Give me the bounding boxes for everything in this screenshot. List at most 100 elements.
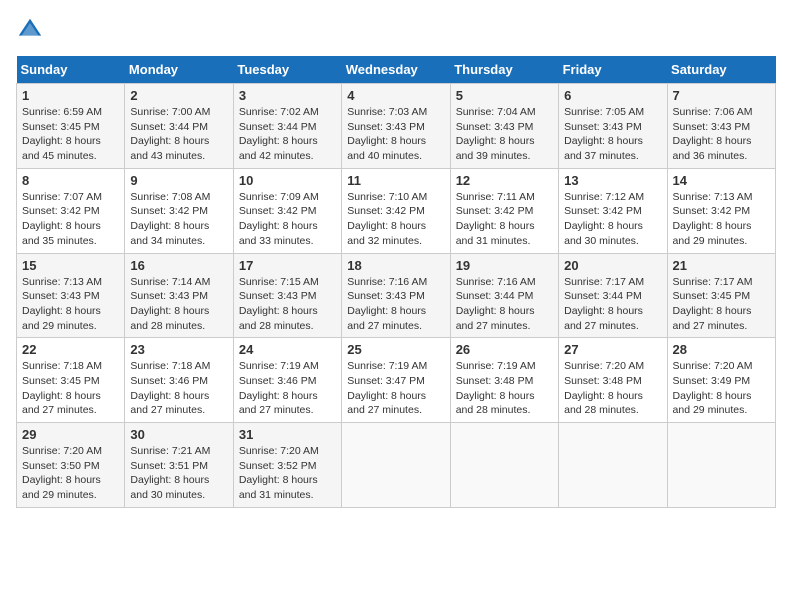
day-info: Sunrise: 7:10 AMSunset: 3:42 PMDaylight:… xyxy=(347,191,427,247)
day-info: Sunrise: 7:14 AMSunset: 3:43 PMDaylight:… xyxy=(130,276,210,332)
calendar-day-cell: 29 Sunrise: 7:20 AMSunset: 3:50 PMDaylig… xyxy=(17,423,125,508)
day-number: 12 xyxy=(456,173,553,188)
calendar-day-cell: 19 Sunrise: 7:16 AMSunset: 3:44 PMDaylig… xyxy=(450,253,558,338)
day-number: 26 xyxy=(456,342,553,357)
calendar-day-cell: 27 Sunrise: 7:20 AMSunset: 3:48 PMDaylig… xyxy=(559,338,667,423)
day-number: 20 xyxy=(564,258,661,273)
day-number: 18 xyxy=(347,258,444,273)
day-number: 22 xyxy=(22,342,119,357)
day-info: Sunrise: 7:03 AMSunset: 3:43 PMDaylight:… xyxy=(347,106,427,162)
calendar-week-row: 1 Sunrise: 6:59 AMSunset: 3:45 PMDayligh… xyxy=(17,84,776,169)
weekday-header: Monday xyxy=(125,56,233,84)
calendar-day-cell: 13 Sunrise: 7:12 AMSunset: 3:42 PMDaylig… xyxy=(559,168,667,253)
calendar-week-row: 22 Sunrise: 7:18 AMSunset: 3:45 PMDaylig… xyxy=(17,338,776,423)
day-number: 10 xyxy=(239,173,336,188)
day-info: Sunrise: 7:06 AMSunset: 3:43 PMDaylight:… xyxy=(673,106,753,162)
calendar-day-cell: 2 Sunrise: 7:00 AMSunset: 3:44 PMDayligh… xyxy=(125,84,233,169)
day-number: 4 xyxy=(347,88,444,103)
calendar-day-cell xyxy=(342,423,450,508)
calendar-day-cell xyxy=(559,423,667,508)
day-info: Sunrise: 7:00 AMSunset: 3:44 PMDaylight:… xyxy=(130,106,210,162)
day-number: 28 xyxy=(673,342,770,357)
calendar-day-cell: 12 Sunrise: 7:11 AMSunset: 3:42 PMDaylig… xyxy=(450,168,558,253)
weekday-header: Saturday xyxy=(667,56,775,84)
calendar-table: SundayMondayTuesdayWednesdayThursdayFrid… xyxy=(16,56,776,508)
calendar-week-row: 15 Sunrise: 7:13 AMSunset: 3:43 PMDaylig… xyxy=(17,253,776,338)
day-info: Sunrise: 7:05 AMSunset: 3:43 PMDaylight:… xyxy=(564,106,644,162)
day-info: Sunrise: 7:18 AMSunset: 3:45 PMDaylight:… xyxy=(22,360,102,416)
page-header xyxy=(16,16,776,44)
calendar-day-cell: 24 Sunrise: 7:19 AMSunset: 3:46 PMDaylig… xyxy=(233,338,341,423)
day-number: 8 xyxy=(22,173,119,188)
day-number: 11 xyxy=(347,173,444,188)
weekday-header: Friday xyxy=(559,56,667,84)
calendar-day-cell: 11 Sunrise: 7:10 AMSunset: 3:42 PMDaylig… xyxy=(342,168,450,253)
day-number: 17 xyxy=(239,258,336,273)
weekday-header: Sunday xyxy=(17,56,125,84)
calendar-day-cell: 9 Sunrise: 7:08 AMSunset: 3:42 PMDayligh… xyxy=(125,168,233,253)
day-info: Sunrise: 7:18 AMSunset: 3:46 PMDaylight:… xyxy=(130,360,210,416)
day-number: 2 xyxy=(130,88,227,103)
day-info: Sunrise: 7:19 AMSunset: 3:47 PMDaylight:… xyxy=(347,360,427,416)
day-info: Sunrise: 7:20 AMSunset: 3:52 PMDaylight:… xyxy=(239,445,319,501)
calendar-day-cell: 1 Sunrise: 6:59 AMSunset: 3:45 PMDayligh… xyxy=(17,84,125,169)
calendar-day-cell: 22 Sunrise: 7:18 AMSunset: 3:45 PMDaylig… xyxy=(17,338,125,423)
day-number: 3 xyxy=(239,88,336,103)
calendar-day-cell: 21 Sunrise: 7:17 AMSunset: 3:45 PMDaylig… xyxy=(667,253,775,338)
calendar-day-cell: 20 Sunrise: 7:17 AMSunset: 3:44 PMDaylig… xyxy=(559,253,667,338)
calendar-day-cell: 4 Sunrise: 7:03 AMSunset: 3:43 PMDayligh… xyxy=(342,84,450,169)
day-number: 14 xyxy=(673,173,770,188)
calendar-day-cell: 14 Sunrise: 7:13 AMSunset: 3:42 PMDaylig… xyxy=(667,168,775,253)
logo-icon xyxy=(16,16,44,44)
day-info: Sunrise: 7:09 AMSunset: 3:42 PMDaylight:… xyxy=(239,191,319,247)
weekday-header-row: SundayMondayTuesdayWednesdayThursdayFrid… xyxy=(17,56,776,84)
weekday-header: Tuesday xyxy=(233,56,341,84)
calendar-day-cell: 28 Sunrise: 7:20 AMSunset: 3:49 PMDaylig… xyxy=(667,338,775,423)
day-number: 25 xyxy=(347,342,444,357)
calendar-day-cell: 23 Sunrise: 7:18 AMSunset: 3:46 PMDaylig… xyxy=(125,338,233,423)
calendar-day-cell: 17 Sunrise: 7:15 AMSunset: 3:43 PMDaylig… xyxy=(233,253,341,338)
day-info: Sunrise: 7:20 AMSunset: 3:48 PMDaylight:… xyxy=(564,360,644,416)
calendar-day-cell: 10 Sunrise: 7:09 AMSunset: 3:42 PMDaylig… xyxy=(233,168,341,253)
day-number: 30 xyxy=(130,427,227,442)
calendar-day-cell: 30 Sunrise: 7:21 AMSunset: 3:51 PMDaylig… xyxy=(125,423,233,508)
day-info: Sunrise: 7:19 AMSunset: 3:48 PMDaylight:… xyxy=(456,360,536,416)
day-number: 7 xyxy=(673,88,770,103)
day-info: Sunrise: 7:12 AMSunset: 3:42 PMDaylight:… xyxy=(564,191,644,247)
day-info: Sunrise: 7:04 AMSunset: 3:43 PMDaylight:… xyxy=(456,106,536,162)
day-number: 21 xyxy=(673,258,770,273)
day-info: Sunrise: 7:17 AMSunset: 3:44 PMDaylight:… xyxy=(564,276,644,332)
day-number: 15 xyxy=(22,258,119,273)
day-number: 29 xyxy=(22,427,119,442)
day-info: Sunrise: 7:13 AMSunset: 3:42 PMDaylight:… xyxy=(673,191,753,247)
weekday-header: Wednesday xyxy=(342,56,450,84)
calendar-day-cell: 8 Sunrise: 7:07 AMSunset: 3:42 PMDayligh… xyxy=(17,168,125,253)
day-info: Sunrise: 7:13 AMSunset: 3:43 PMDaylight:… xyxy=(22,276,102,332)
calendar-day-cell: 7 Sunrise: 7:06 AMSunset: 3:43 PMDayligh… xyxy=(667,84,775,169)
day-number: 6 xyxy=(564,88,661,103)
day-number: 16 xyxy=(130,258,227,273)
day-info: Sunrise: 7:20 AMSunset: 3:50 PMDaylight:… xyxy=(22,445,102,501)
day-info: Sunrise: 7:21 AMSunset: 3:51 PMDaylight:… xyxy=(130,445,210,501)
day-info: Sunrise: 7:17 AMSunset: 3:45 PMDaylight:… xyxy=(673,276,753,332)
calendar-day-cell: 31 Sunrise: 7:20 AMSunset: 3:52 PMDaylig… xyxy=(233,423,341,508)
day-info: Sunrise: 6:59 AMSunset: 3:45 PMDaylight:… xyxy=(22,106,102,162)
day-info: Sunrise: 7:20 AMSunset: 3:49 PMDaylight:… xyxy=(673,360,753,416)
calendar-day-cell: 5 Sunrise: 7:04 AMSunset: 3:43 PMDayligh… xyxy=(450,84,558,169)
day-info: Sunrise: 7:16 AMSunset: 3:43 PMDaylight:… xyxy=(347,276,427,332)
calendar-day-cell: 3 Sunrise: 7:02 AMSunset: 3:44 PMDayligh… xyxy=(233,84,341,169)
calendar-day-cell xyxy=(667,423,775,508)
calendar-day-cell xyxy=(450,423,558,508)
day-number: 27 xyxy=(564,342,661,357)
calendar-day-cell: 6 Sunrise: 7:05 AMSunset: 3:43 PMDayligh… xyxy=(559,84,667,169)
logo xyxy=(16,16,48,44)
day-info: Sunrise: 7:07 AMSunset: 3:42 PMDaylight:… xyxy=(22,191,102,247)
day-info: Sunrise: 7:15 AMSunset: 3:43 PMDaylight:… xyxy=(239,276,319,332)
day-number: 9 xyxy=(130,173,227,188)
day-number: 23 xyxy=(130,342,227,357)
day-number: 1 xyxy=(22,88,119,103)
calendar-day-cell: 15 Sunrise: 7:13 AMSunset: 3:43 PMDaylig… xyxy=(17,253,125,338)
day-number: 5 xyxy=(456,88,553,103)
calendar-week-row: 29 Sunrise: 7:20 AMSunset: 3:50 PMDaylig… xyxy=(17,423,776,508)
day-info: Sunrise: 7:02 AMSunset: 3:44 PMDaylight:… xyxy=(239,106,319,162)
